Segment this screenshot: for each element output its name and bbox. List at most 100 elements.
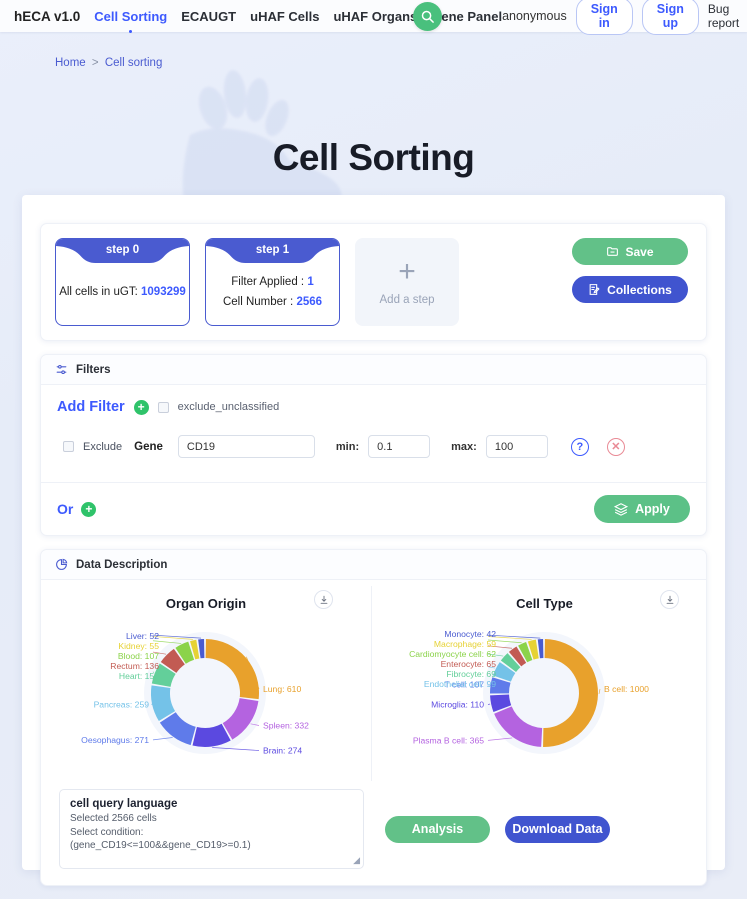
filter-type-label: Gene: [134, 440, 163, 453]
chart-slice-label: Lung: 610: [263, 684, 301, 694]
breadcrumb-current: Cell sorting: [104, 57, 163, 69]
apply-button-label: Apply: [635, 502, 670, 516]
page-title: Cell Sorting: [272, 137, 475, 178]
filter-row: Exclude Gene min: max: ? ✕: [57, 429, 690, 472]
pie-chart-icon: [56, 558, 68, 570]
add-step-label: Add a step: [379, 293, 435, 306]
analysis-button[interactable]: Analysis: [385, 815, 490, 843]
chart-slice-label: Rectum: 136: [110, 661, 159, 671]
step-tab-label-1: step 1: [255, 244, 290, 256]
chart-slice-label: Cardiomyocyte cell: 62: [409, 649, 496, 659]
brand-logo[interactable]: hECA v1.0: [14, 9, 80, 24]
chart-slice-label: Endothelial cell: 99: [424, 679, 496, 689]
nav-link-uhaf-cells[interactable]: uHAF Cells: [250, 9, 319, 24]
exclude-checkbox[interactable]: [63, 441, 74, 452]
max-label: max:: [451, 440, 477, 453]
chart-slice-label: Oesophagus: 271: [81, 735, 149, 745]
filters-card-header: Filters: [41, 355, 706, 385]
search-icon: [421, 10, 434, 23]
data-description-card: Data Description Organ Origin Lung: 610 S…: [40, 549, 707, 886]
chart-slice-label: Enterocyte: 65: [441, 659, 497, 669]
breadcrumb: Home > Cell sorting: [55, 57, 162, 69]
charts-row: Organ Origin Lung: 610 Spleen: 332 Brain: …: [41, 580, 706, 781]
collections-button-label: Collections: [607, 282, 672, 297]
chart-slice-label: Plasma B cell: 365: [413, 735, 484, 745]
main-panel: step 0 All cells in uGT: 1093299 step 1 …: [22, 195, 725, 886]
download-icon: [320, 595, 327, 604]
collections-button[interactable]: Collections: [572, 276, 688, 303]
sign-in-button[interactable]: Sign in: [575, 0, 633, 35]
help-icon[interactable]: ?: [570, 437, 589, 456]
search-button[interactable]: [413, 2, 442, 31]
cql-title: cell query language: [70, 798, 178, 810]
nav-link-uhaf-organs[interactable]: uHAF Organs: [333, 9, 417, 24]
step-1-cellnum-value: 2566: [296, 296, 323, 308]
chart-slice-label: Monocyte: 42: [444, 629, 496, 639]
min-label: min:: [335, 440, 360, 453]
nav-right-group: anonymous Sign in Sign up Bug report: [502, 0, 739, 35]
step-card-0[interactable]: step 0 All cells in uGT: 1093299: [55, 238, 190, 326]
cql-condition: (gene_CD19<=100&&gene_CD19>=0.1): [70, 840, 251, 851]
chart-slice-label: B cell: 1000: [604, 684, 649, 694]
top-navbar: hECA v1.0 Cell Sorting ECAUGT uHAF Cells…: [0, 0, 747, 35]
save-button[interactable]: Save: [572, 238, 688, 265]
steps-card: step 0 All cells in uGT: 1093299 step 1 …: [40, 223, 707, 341]
organ-origin-donut: Lung: 610 Spleen: 332 Brain: 274 Oesophagus…: [81, 631, 309, 756]
exclude-unclassified-checkbox[interactable]: [157, 401, 169, 413]
data-description-title: Data Description: [76, 558, 168, 571]
bottom-buttons: Analysis Download Data: [385, 815, 688, 843]
filters-card-title: Filters: [76, 363, 111, 376]
exclude-label: Exclude: [83, 440, 123, 453]
delete-filter-icon[interactable]: ✕: [606, 437, 625, 456]
min-input[interactable]: [368, 435, 431, 458]
add-filter-plus-circle-icon[interactable]: +: [133, 399, 149, 415]
step-body-0: All cells in uGT: 1093299: [59, 282, 186, 302]
page-root: hECA v1.0 Cell Sorting ECAUGT uHAF Cells…: [0, 0, 747, 899]
nav-link-ecaugt[interactable]: ECAUGT: [181, 9, 236, 24]
cell-type-download-button[interactable]: [660, 590, 679, 609]
cql-selected-line: Selected 2566 cells: [70, 813, 157, 824]
cell-type-chart: Cell Type B cell: 1000 Plasma B cell: 365…: [371, 586, 717, 781]
organ-origin-chart: Organ Origin Lung: 610 Spleen: 332 Brain: …: [41, 586, 371, 781]
cell-query-language-box[interactable]: cell query language Selected 2566 cells …: [59, 789, 364, 869]
resize-grip-icon[interactable]: ◢: [353, 855, 360, 866]
step-0-line-label: All cells in uGT:: [59, 286, 138, 298]
sign-up-button[interactable]: Sign up: [641, 0, 699, 35]
plus-icon: +: [398, 254, 416, 288]
hero-section: Home > Cell sorting Cell Sorting: [0, 32, 747, 217]
add-filter-row: Add Filter + exclude_unclassified: [57, 399, 690, 415]
document-edit-icon: [589, 284, 600, 295]
or-plus-circle-icon[interactable]: +: [81, 501, 97, 517]
add-step-button[interactable]: + Add a step: [355, 238, 459, 326]
bug-report-link[interactable]: Bug report: [708, 2, 739, 30]
step-card-1[interactable]: step 1 Filter Applied : 1 Cell Number : …: [205, 238, 340, 326]
filters-body: Add Filter + exclude_unclassified Exclud…: [41, 385, 706, 482]
organ-origin-download-button[interactable]: [314, 590, 333, 609]
chart-slice-label: Spleen: 332: [263, 720, 309, 730]
or-label: Or: [57, 501, 74, 517]
chart-slice-label: Kidney: 55: [118, 641, 159, 651]
step-1-filter-value: 1: [307, 276, 314, 288]
chart-slice-label: Fibrocyte: 69: [446, 669, 496, 679]
steps-actions: Save Collections: [572, 238, 692, 303]
chart-slice-label: Blood: 107: [118, 651, 159, 661]
gene-input[interactable]: [177, 435, 315, 458]
step-1-cellnum-label: Cell Number :: [222, 296, 294, 308]
chart-slice-label: Liver: 52: [126, 631, 159, 641]
apply-button[interactable]: Apply: [594, 495, 690, 523]
sliders-icon: [56, 364, 67, 375]
cell-type-donut: B cell: 1000 Plasma B cell: 365 Microglia:…: [409, 629, 649, 754]
user-name: anonymous: [502, 9, 567, 23]
save-button-label: Save: [625, 244, 654, 259]
chart-slice-label: Microglia: 110: [431, 700, 484, 710]
step-body-1: Filter Applied : 1 Cell Number : 2566: [223, 272, 322, 312]
download-data-button[interactable]: Download Data: [505, 815, 610, 843]
max-input[interactable]: [485, 435, 548, 458]
layers-icon: [614, 503, 629, 516]
step-tab-label-0: step 0: [105, 244, 140, 256]
nav-link-cell-sorting[interactable]: Cell Sorting: [94, 9, 167, 33]
filters-card: Filters Add Filter + exclude_unclassifie…: [40, 354, 707, 536]
step-1-filter-label: Filter Applied :: [231, 276, 305, 288]
breadcrumb-home[interactable]: Home: [55, 57, 86, 69]
chart-slice-label: Heart: 156: [119, 671, 159, 681]
